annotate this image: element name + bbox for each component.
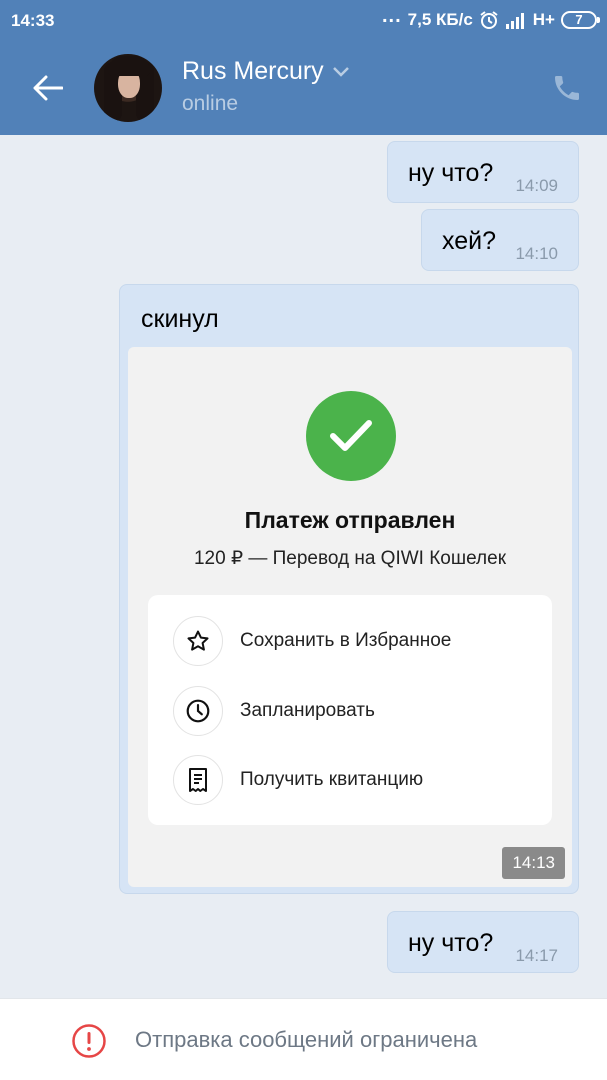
network-speed: 7,5 КБ/с bbox=[407, 10, 473, 29]
status-bar: 14:33 ... 7,5 КБ/с H+ 7 bbox=[0, 0, 607, 40]
message-bubble[interactable]: ну что? 14:17 bbox=[387, 911, 579, 973]
arrow-left-icon bbox=[33, 75, 63, 101]
message-text: скинул bbox=[141, 305, 219, 333]
action-label: Получить квитанцию bbox=[240, 769, 424, 790]
star-icon bbox=[173, 616, 223, 666]
call-button[interactable] bbox=[551, 72, 583, 104]
status-indicators: ... 7,5 КБ/с H+ 7 bbox=[381, 5, 600, 31]
contact-name[interactable]: Rus Mercury bbox=[182, 57, 350, 86]
status-time: 14:33 bbox=[11, 11, 55, 30]
message-time: 14:13 bbox=[502, 847, 565, 879]
action-label: Сохранить в Избранное bbox=[240, 630, 452, 651]
message-text: ну что? bbox=[408, 159, 494, 187]
top-bar: 14:33 ... 7,5 КБ/с H+ 7 Rus Mercury onli… bbox=[0, 0, 607, 135]
message-time: 14:09 bbox=[515, 176, 558, 195]
chevron-down-icon bbox=[332, 66, 349, 77]
network-type: H+ bbox=[532, 10, 555, 29]
check-icon bbox=[306, 391, 396, 481]
warning-icon bbox=[72, 1024, 106, 1058]
receipt-icon bbox=[173, 755, 223, 805]
alarm-icon bbox=[479, 10, 499, 30]
battery-icon: 7 bbox=[561, 11, 600, 29]
message-time: 14:17 bbox=[515, 946, 558, 965]
status-dots: ... bbox=[381, 5, 402, 27]
contact-status: online bbox=[182, 92, 239, 115]
phone-icon bbox=[555, 76, 579, 100]
battery-level: 7 bbox=[575, 12, 583, 27]
clock-icon bbox=[173, 686, 223, 736]
message-text: хей? bbox=[442, 227, 496, 255]
back-button[interactable] bbox=[22, 62, 74, 114]
payment-subtitle: 120 ₽ — Перевод на QIWI Кошелек bbox=[193, 548, 507, 569]
save-favorites-button[interactable]: Сохранить в Избранное bbox=[148, 611, 552, 671]
action-label: Запланировать bbox=[240, 700, 375, 721]
message-bubble[interactable]: хей? 14:10 bbox=[421, 209, 579, 271]
chat-header: Rus Mercury online bbox=[0, 40, 607, 135]
restriction-text: Отправка сообщений ограничена bbox=[135, 1027, 478, 1052]
message-bubble[interactable]: скинул Платеж отправлен 120 ₽ — Перевод … bbox=[119, 284, 579, 894]
contact-name-text: Rus Mercury bbox=[182, 57, 324, 85]
schedule-button[interactable]: Запланировать bbox=[148, 681, 552, 741]
payment-title: Платеж отправлен bbox=[244, 507, 456, 533]
message-text: ну что? bbox=[408, 929, 494, 957]
restriction-notice: Отправка сообщений ограничена bbox=[0, 998, 607, 1080]
payment-card[interactable]: Платеж отправлен 120 ₽ — Перевод на QIWI… bbox=[128, 347, 572, 887]
signal-icon bbox=[505, 11, 527, 29]
message-time: 14:10 bbox=[515, 244, 558, 263]
avatar[interactable] bbox=[94, 54, 162, 122]
get-receipt-button[interactable]: Получить квитанцию bbox=[148, 750, 552, 810]
message-bubble[interactable]: ну что? 14:09 bbox=[387, 141, 579, 203]
payment-actions: Сохранить в Избранное Запланировать Полу… bbox=[148, 595, 552, 825]
